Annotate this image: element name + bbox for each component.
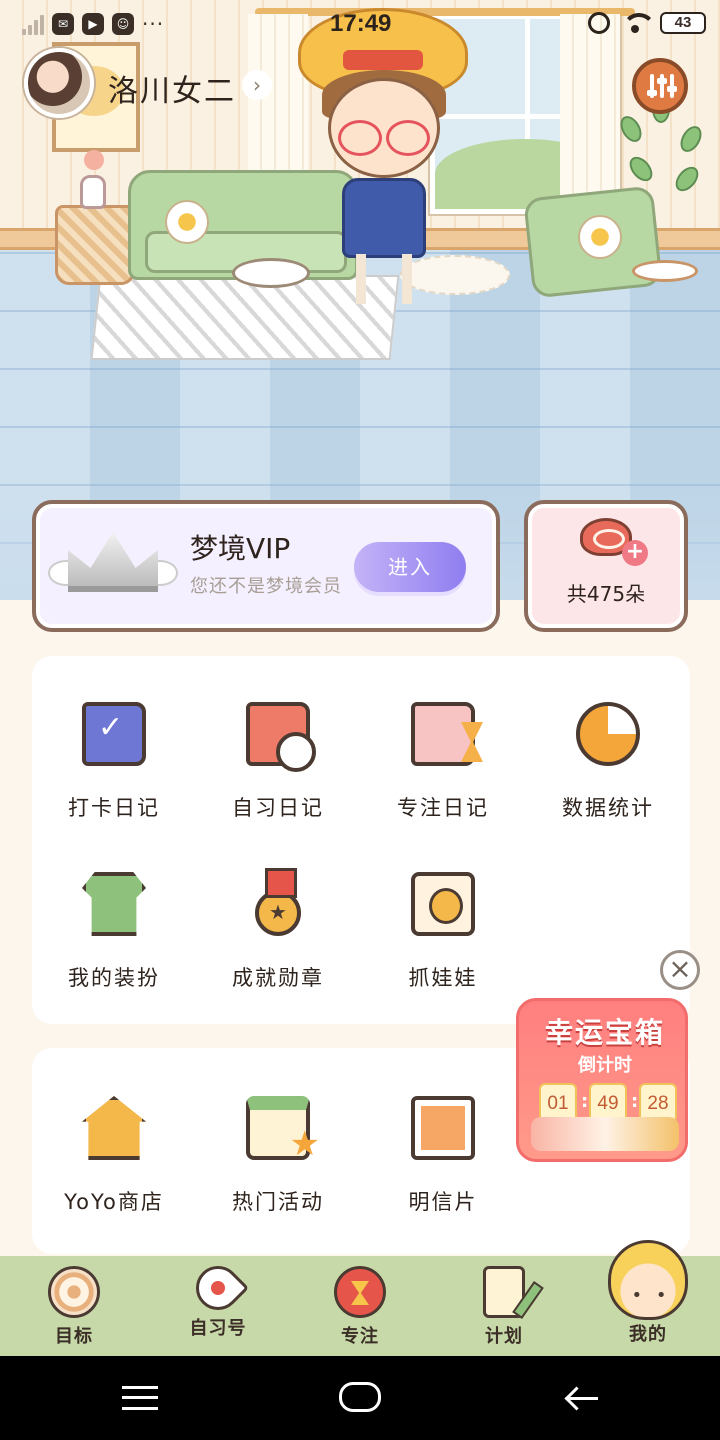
mail-notification-icon: ✉ (52, 13, 74, 35)
menu-item-label: 成就勋章 (232, 966, 324, 990)
menu-item-label: YoYo商店 (64, 1190, 164, 1214)
feature-card: 打卡日记 自习日记 专注日记 数据统计 我的装扮 成就勋章 抓娃娃 (32, 656, 690, 1024)
medal-icon (255, 868, 301, 936)
menu-item-hot-events[interactable]: 热门活动 (196, 1096, 360, 1216)
shop-house-icon (82, 1096, 146, 1160)
pie-chart-icon (576, 702, 640, 766)
avatar[interactable] (24, 48, 94, 118)
postcard-icon (411, 1096, 475, 1160)
add-flowers-icon[interactable]: + (622, 540, 648, 566)
tab-mine[interactable]: 我的 (576, 1320, 720, 1346)
menu-icon[interactable] (122, 1386, 158, 1410)
hat-ribbon (343, 50, 423, 70)
potted-plant (602, 95, 712, 235)
menu-item-label: 抓娃娃 (408, 966, 478, 990)
video-notification-icon: ▶ (82, 13, 104, 35)
menu-item-label: 打卡日记 (68, 796, 160, 820)
tab-study-room[interactable]: 自习号 (146, 1256, 290, 1340)
menu-item-study-diary[interactable]: 自习日记 (196, 702, 360, 822)
menu-item-label: 自习日记 (232, 796, 324, 820)
target-icon (48, 1266, 100, 1318)
checklist-book-icon (82, 702, 146, 766)
lucky-chest-title: 幸运宝箱 (544, 1016, 665, 1049)
flower-count: 共475朵 (566, 582, 646, 606)
treasure-chest-icon (531, 1117, 679, 1151)
avatar-character[interactable] (298, 0, 468, 320)
clock: 17:49 (330, 10, 392, 37)
home-icon[interactable] (339, 1382, 381, 1412)
tab-goals[interactable]: 目标 (2, 1266, 146, 1348)
shirt-icon (82, 872, 146, 936)
system-navigation-bar (0, 1356, 720, 1440)
signal-icon (22, 13, 44, 35)
character-outfit (342, 178, 426, 258)
tab-label: 自习号 (189, 1318, 247, 1339)
status-bar: ✉ ▶ ☺ ··· 17:49 43 (0, 0, 720, 48)
kid-avatar-icon[interactable] (608, 1240, 691, 1320)
claw-machine-icon (411, 872, 475, 936)
menu-item-focus-diary[interactable]: 专注日记 (361, 702, 525, 822)
tomato-hourglass-icon (334, 1266, 386, 1318)
calendar-star-icon (246, 1096, 320, 1164)
menu-item-label: 明信片 (408, 1190, 478, 1214)
username[interactable]: 洛川女二 (108, 66, 236, 110)
menu-item-statistics[interactable]: 数据统计 (526, 702, 690, 822)
timer-separator: : (631, 1091, 639, 1112)
back-arrow-icon[interactable] (566, 1386, 598, 1410)
menu-item-yoyo-shop[interactable]: YoYo商店 (32, 1096, 196, 1216)
more-notifications-icon: ··· (142, 12, 165, 36)
side-table (55, 205, 135, 285)
menu-item-label: 热门活动 (232, 1190, 324, 1214)
menu-item-label: 数据统计 (562, 796, 654, 820)
tab-label: 专注 (341, 1326, 379, 1347)
menu-item-claw-machine[interactable]: 抓娃娃 (361, 872, 525, 992)
silver-crown-icon (48, 522, 178, 602)
menu-item-postcards[interactable]: 明信片 (361, 1096, 525, 1216)
menu-item-achievements[interactable]: 成就勋章 (196, 868, 360, 992)
pink-flower (84, 150, 104, 170)
round-stool (632, 260, 698, 282)
alarm-icon (588, 12, 610, 34)
close-icon[interactable]: × (660, 950, 700, 990)
vase (80, 175, 106, 209)
clipboard-pencil-icon (483, 1266, 525, 1318)
wifi-icon (622, 13, 656, 33)
tab-plan[interactable]: 计划 (432, 1266, 576, 1348)
clock-book-icon (246, 702, 316, 772)
tab-focus[interactable]: 专注 (288, 1266, 432, 1348)
countdown-label: 倒计时 (578, 1055, 632, 1076)
tab-label: 目标 (55, 1326, 93, 1347)
hourglass-book-icon (411, 702, 475, 766)
rocket-icon (186, 1256, 250, 1320)
timer-separator: : (581, 1091, 589, 1112)
menu-item-my-outfit[interactable]: 我的装扮 (32, 872, 196, 992)
decorate-room-button[interactable] (632, 58, 688, 114)
chevron-right-icon[interactable]: › (242, 70, 272, 100)
menu-item-label: 专注日记 (397, 796, 489, 820)
battery-icon: 43 (660, 12, 706, 34)
menu-item-label: 我的装扮 (68, 966, 160, 990)
app-notification-icon: ☺ (112, 13, 134, 35)
glasses-icon (338, 120, 430, 156)
vip-title: 梦境VIP (190, 532, 291, 565)
character-legs (356, 254, 412, 304)
vip-enter-button[interactable]: 进入 (354, 542, 466, 592)
daisy-cushion-icon (165, 200, 209, 244)
menu-item-checkin-diary[interactable]: 打卡日记 (32, 702, 196, 822)
vip-subtitle: 您还不是梦境会员 (190, 576, 342, 597)
lucky-chest-widget[interactable]: 幸运宝箱 倒计时 01 : 49 : 28 (516, 998, 688, 1162)
tab-label: 计划 (485, 1326, 523, 1347)
